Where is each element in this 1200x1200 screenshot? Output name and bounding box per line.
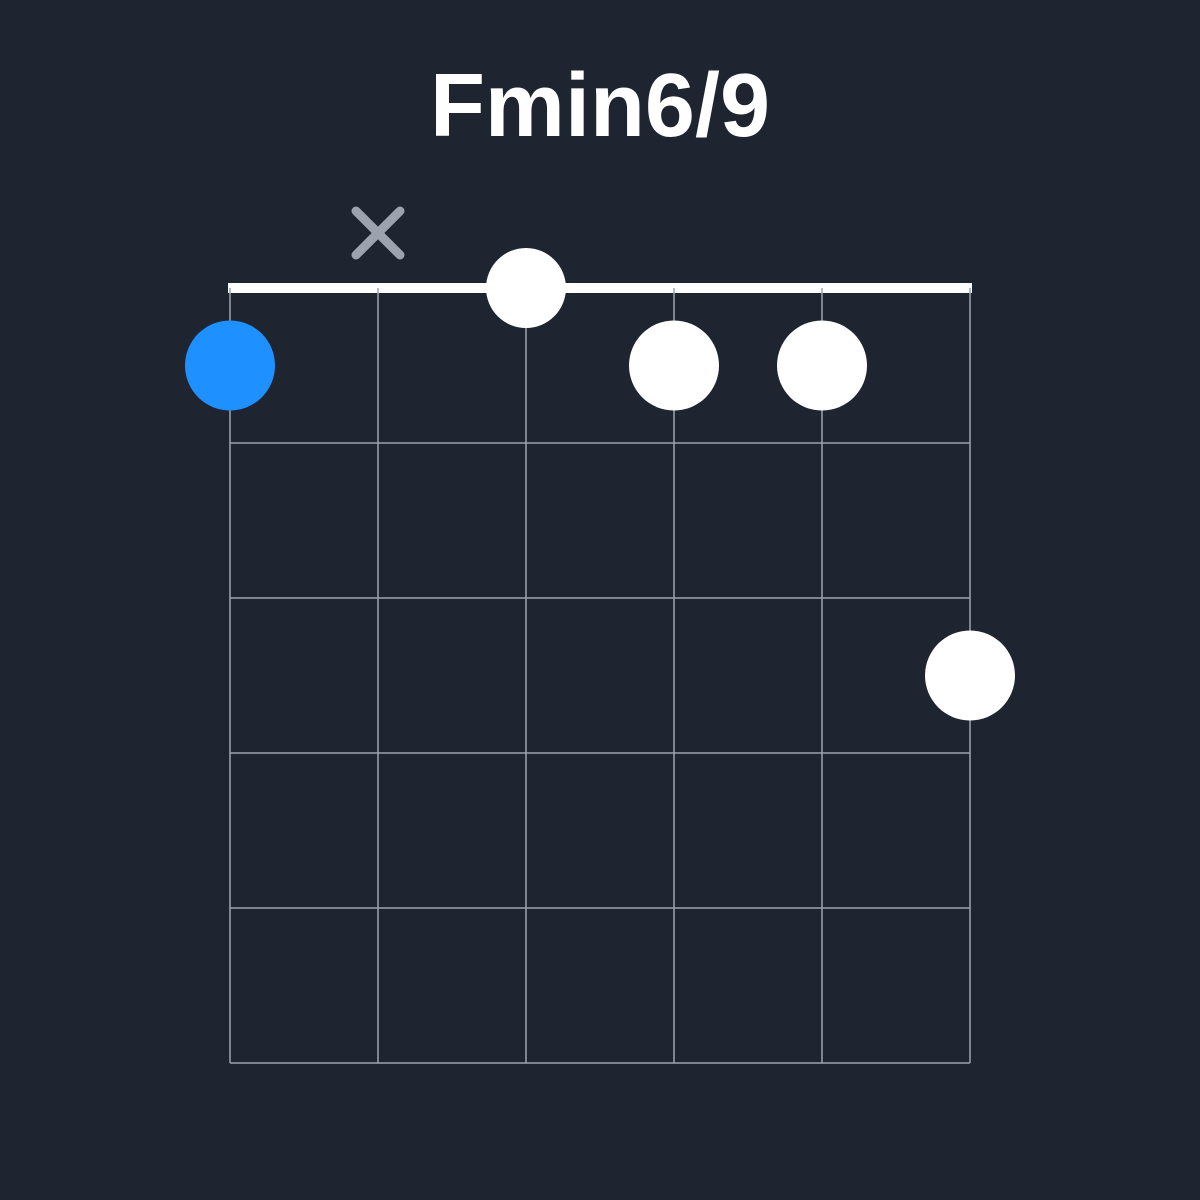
finger-dot xyxy=(629,321,719,411)
mute-marker xyxy=(356,211,400,255)
finger-dot xyxy=(925,631,1015,721)
root-dot xyxy=(185,321,275,411)
finger-dot xyxy=(777,321,867,411)
chord-svg xyxy=(150,188,1050,1108)
open-marker xyxy=(486,248,566,328)
nut xyxy=(228,283,972,293)
chord-diagram xyxy=(150,188,1050,1108)
chord-title: Fmin6/9 xyxy=(430,55,770,158)
